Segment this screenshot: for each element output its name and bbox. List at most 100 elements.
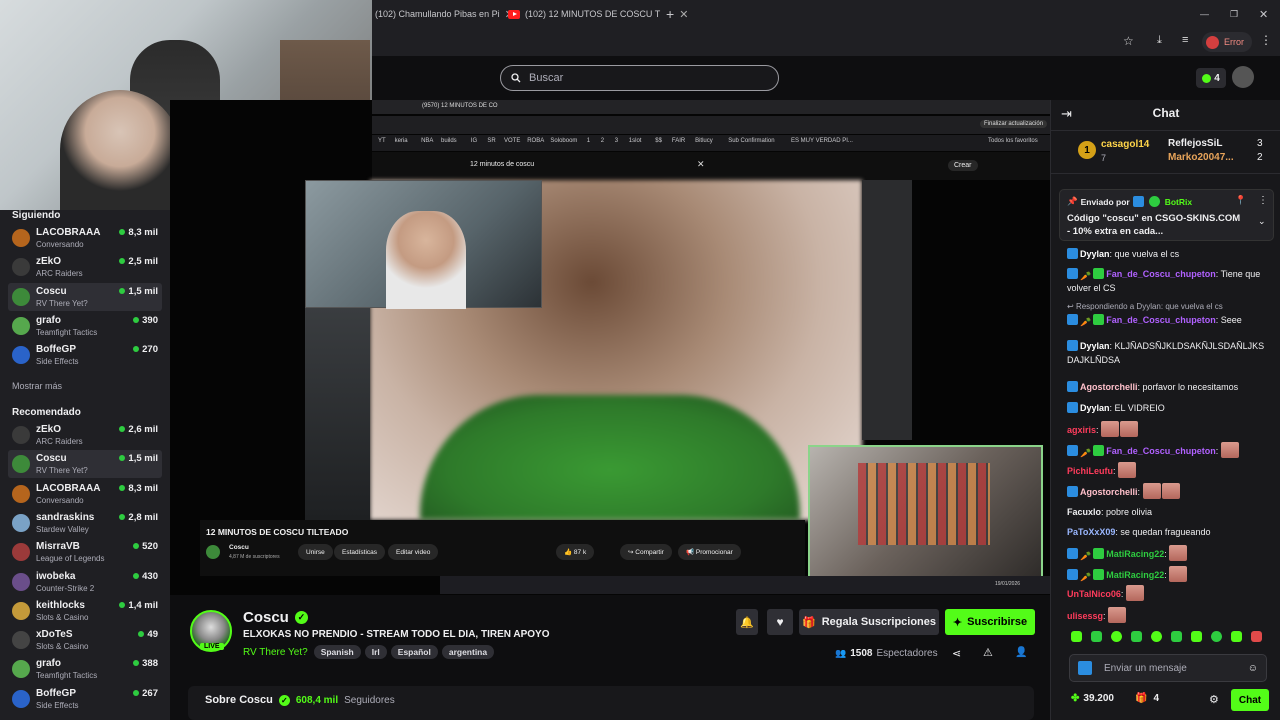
report-icon[interactable]: ⚠ <box>983 646 993 659</box>
sidebar-channel-zeko[interactable]: zEkO ARC Raiders 2,5 mil <box>8 253 162 281</box>
chat-username[interactable]: Fan_de_Coscu_chupeton <box>1106 446 1216 456</box>
emoji-icon[interactable]: ☺ <box>1248 663 1258 674</box>
yt-channel: Coscu <box>229 544 249 551</box>
sidebar-channel-grafo[interactable]: grafo Teamfight Tactics 388 <box>8 655 162 683</box>
sidebar-channel-xdotes[interactable]: xDoTeS Slots & Casino 49 <box>8 626 162 654</box>
emote-icon[interactable] <box>1231 631 1242 642</box>
window-close-icon[interactable]: ✕ <box>1259 4 1268 24</box>
stream-tag[interactable]: Spanish <box>313 645 361 659</box>
sidebar-channel-lacobraaa[interactable]: LACOBRAAA Conversando 8,3 mil <box>8 224 162 252</box>
sidebar-channel-boffegp[interactable]: BoffeGP Side Effects 270 <box>8 341 162 369</box>
browser-tab-2[interactable]: (102) 12 MINUTOS DE COSCU T ✕ <box>508 4 688 24</box>
heart-icon[interactable]: ♥ <box>767 609 793 635</box>
stream-tag[interactable]: Español <box>390 645 438 659</box>
bookmark-item: Bitlucy <box>695 138 713 144</box>
emote-icon[interactable] <box>1251 631 1262 642</box>
chat-username[interactable]: MatiRacing22 <box>1106 549 1164 559</box>
stream-tag[interactable]: argentina <box>441 645 495 659</box>
close-icon[interactable]: ✕ <box>679 8 688 21</box>
send-chat-button[interactable]: Chat <box>1231 689 1269 711</box>
chevron-down-icon[interactable]: ⌄ <box>1258 216 1266 227</box>
chat-message: Facuxlo: pobre olivia <box>1067 505 1267 519</box>
download-icon[interactable]: ⤓ <box>1157 34 1162 47</box>
menu-icon[interactable]: ⋮ <box>1260 33 1272 47</box>
emote-icon[interactable] <box>1111 631 1122 642</box>
emote-icon[interactable] <box>1151 631 1162 642</box>
browser-tab-1[interactable]: (102) Chamullando Pibas en Pi ✕ <box>375 4 514 24</box>
live-dot-icon <box>133 572 140 579</box>
chat-points[interactable]: ✤ 39.200 <box>1071 693 1114 704</box>
avatar <box>12 513 30 532</box>
pinned-message[interactable]: 📌 Enviado por BotRix Código "coscu" en C… <box>1059 189 1274 241</box>
sidebar-channel-coscu[interactable]: Coscu RV There Yet? 1,5 mil <box>8 450 162 479</box>
maximize-icon[interactable]: ❐ <box>1230 4 1238 24</box>
chat-username[interactable]: Facuxlo <box>1067 507 1101 517</box>
chat-input[interactable]: Enviar un mensaje ☺ <box>1069 654 1267 682</box>
channel-name: xDoTeS <box>36 629 73 641</box>
sidebar-channel-lacobraaa[interactable]: LACOBRAAA Conversando 8,3 mil <box>8 480 162 508</box>
sidebar-channel-misrravb[interactable]: MisrraVB League of Legends 520 <box>8 538 162 566</box>
sidebar-channel-iwobeka[interactable]: iwobeka Counter-Strike 2 430 <box>8 568 162 596</box>
chat-username[interactable]: Dyylan <box>1080 341 1110 351</box>
chat-username[interactable]: agxiris <box>1067 425 1096 435</box>
follow-settings-icon[interactable]: 👤 <box>1015 647 1027 658</box>
emote-icon[interactable] <box>1171 631 1182 642</box>
emote-icon[interactable] <box>1071 631 1082 642</box>
sidebar-channel-grafo[interactable]: grafo Teamfight Tactics 390 <box>8 312 162 340</box>
sidebar-channel-keithlocks[interactable]: keithlocks Slots & Casino 1,4 mil <box>8 597 162 625</box>
sidebar-channel-sandraskins[interactable]: sandraskins Stardew Valley 2,8 mil <box>8 509 162 537</box>
settings-icon[interactable]: ⚙ <box>1209 693 1219 706</box>
points-badge[interactable]: 4 <box>1196 68 1226 88</box>
user-avatar[interactable] <box>1232 66 1254 88</box>
live-dot-icon <box>119 484 126 491</box>
emote-icon <box>1142 483 1161 499</box>
chat-gifts[interactable]: 🎁 4 <box>1135 693 1159 704</box>
new-tab-icon[interactable]: + <box>666 4 674 24</box>
search-input[interactable]: Buscar <box>500 65 779 91</box>
chat-username[interactable]: Fan_de_Coscu_chupeton <box>1106 315 1216 325</box>
sidebar-channel-zeko[interactable]: zEkO ARC Raiders 2,6 mil <box>8 421 162 449</box>
chat-leaderboard: 1 casagol14 7 ReflejosSiL 3 Marko20047..… <box>1051 130 1280 174</box>
emote-icon[interactable] <box>1191 631 1202 642</box>
gift-subs-button[interactable]: 🎁 Regala Suscripciones <box>799 609 939 635</box>
bell-icon[interactable]: 🔔 <box>736 609 758 635</box>
chat-username[interactable]: UnTalNico06 <box>1067 589 1121 599</box>
pin-icon[interactable]: 📍 <box>1235 195 1246 206</box>
chat-message: 🥕 Fan_de_Coscu_chupeton: <box>1067 442 1267 458</box>
chat-username[interactable]: Fan_de_Coscu_chupeton <box>1106 269 1216 279</box>
stream-game[interactable]: RV There Yet? <box>243 647 308 658</box>
user-badge-icon <box>1078 661 1092 675</box>
emote-icon[interactable] <box>1211 631 1222 642</box>
chat-username[interactable]: Dyylan <box>1080 403 1110 413</box>
channel-game: ARC Raiders <box>36 269 83 279</box>
chat-username[interactable]: Agostorchelli <box>1080 487 1138 497</box>
yt-share-button: ↪ Compartir <box>620 544 672 560</box>
sidebar-channel-coscu[interactable]: Coscu RV There Yet? 1,5 mil <box>8 282 162 311</box>
emote-icon[interactable] <box>1091 631 1102 642</box>
bookmark-item: NBA <box>421 138 434 144</box>
pinned-header: 📌 Enviado por BotRix <box>1067 196 1192 207</box>
emote-icon[interactable] <box>1131 631 1142 642</box>
badge-icon <box>1067 548 1078 559</box>
chat-username[interactable]: MatiRacing22 <box>1106 570 1164 580</box>
chat-username[interactable]: ulisessg <box>1067 611 1103 621</box>
show-more-link[interactable]: Mostrar más <box>12 381 62 391</box>
live-dot-icon <box>119 258 126 265</box>
chat-text: porfavor lo necesitamos <box>1142 382 1239 392</box>
subscribe-button[interactable]: ✦ Suscribirse <box>945 609 1035 635</box>
minimize-icon[interactable]: — <box>1200 4 1209 24</box>
more-icon[interactable]: ⋮ <box>1258 195 1268 206</box>
channel-name: grafo <box>36 658 61 670</box>
chat-username[interactable]: PichiLeufu <box>1067 466 1113 476</box>
profile-error-button[interactable]: Error <box>1202 32 1252 52</box>
share-icon[interactable]: ⋖ <box>952 647 961 660</box>
stream-tag[interactable]: Irl <box>364 645 387 659</box>
chat-username[interactable]: Agostorchelli <box>1080 382 1138 392</box>
sidebar-channel-boffegp[interactable]: BoffeGP Side Effects 267 <box>8 685 162 713</box>
bookmark-star-icon[interactable]: ☆ <box>1123 34 1134 48</box>
chat-username[interactable]: Dyylan <box>1080 249 1110 259</box>
reading-list-icon[interactable]: ≡ <box>1182 34 1188 46</box>
chat-username[interactable]: PaToXxX09 <box>1067 527 1115 537</box>
stream-name[interactable]: Coscu <box>243 609 289 626</box>
bookmark-item: keria <box>394 138 408 144</box>
